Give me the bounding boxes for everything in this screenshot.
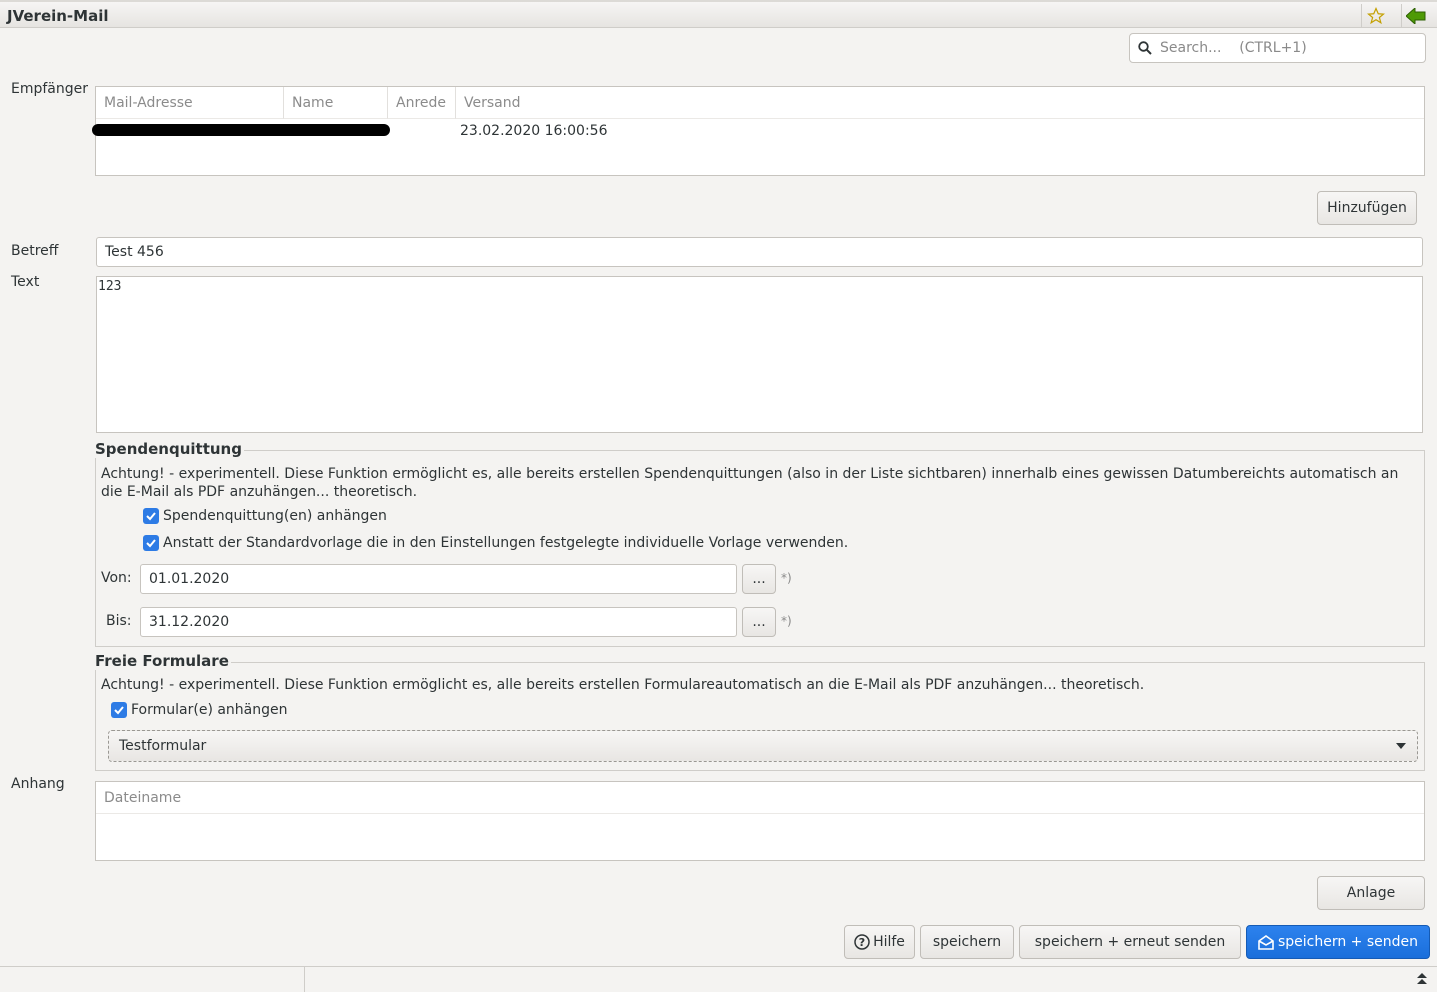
subject-label: Betreff (11, 243, 59, 259)
column-header-name[interactable]: Name (284, 87, 388, 119)
form-select-value: Testformular (119, 738, 207, 754)
attachment-table[interactable]: Dateiname (95, 781, 1425, 861)
forms-note: Achtung! - experimentell. Diese Funktion… (101, 677, 1145, 693)
status-bar (0, 966, 1437, 992)
attachment-label: Anhang (11, 776, 65, 792)
checkbox-checked-icon (143, 508, 159, 524)
text-area[interactable]: 123 (96, 276, 1423, 433)
subject-field[interactable]: Test 456 (96, 237, 1423, 267)
from-label: Von: (101, 570, 132, 586)
column-header-mail[interactable]: Mail-Adresse (96, 87, 284, 119)
to-label: Bis: (106, 613, 132, 629)
recipients-label: Empfänger (11, 81, 89, 97)
save-send-button[interactable]: speichern + senden (1246, 925, 1430, 959)
checkbox-checked-icon (143, 535, 159, 551)
column-header-versand[interactable]: Versand (456, 87, 1424, 119)
search-box[interactable]: Search... (CTRL+1) (1129, 33, 1426, 63)
custom-template-checkbox[interactable]: Anstatt der Standardvorlage die in den E… (143, 535, 848, 551)
expand-up-button[interactable] (1417, 973, 1427, 989)
to-date-picker-button[interactable]: ... (742, 607, 776, 637)
table-row[interactable]: 23.02.2020 16:00:56 (92, 120, 1424, 146)
text-area-value: 123 (98, 279, 122, 294)
chevron-down-icon (1396, 743, 1406, 749)
to-date-field[interactable]: 31.12.2020 (140, 607, 737, 637)
svg-text:?: ? (859, 936, 865, 949)
attach-forms-label: Formular(e) anhängen (131, 702, 288, 718)
from-date-value: 01.01.2020 (149, 571, 230, 587)
status-divider (304, 967, 305, 992)
help-label: Hilfe (873, 934, 905, 950)
title-bar: JVerein-Mail (0, 0, 1437, 28)
attach-forms-checkbox[interactable]: Formular(e) anhängen (111, 702, 288, 718)
recipients-table[interactable]: Mail-Adresse Name Anrede Versand 23.02.2… (92, 86, 1425, 176)
redaction-mark (92, 124, 390, 136)
column-header-anrede[interactable]: Anrede (388, 87, 456, 119)
save-send-label: speichern + senden (1277, 934, 1419, 950)
window-title: JVerein-Mail (7, 7, 109, 25)
attach-donation-checkbox[interactable]: Spendenquittung(en) anhängen (143, 508, 387, 524)
to-date-value: 31.12.2020 (149, 614, 230, 630)
subject-value: Test 456 (105, 244, 164, 260)
save-resend-button[interactable]: speichern + erneut senden (1019, 925, 1241, 959)
double-chevron-up-icon (1417, 973, 1427, 984)
add-attachment-button[interactable]: Anlage (1317, 876, 1425, 910)
from-required-mark: *) (781, 571, 792, 585)
to-required-mark: *) (781, 614, 792, 628)
bookmark-star-button[interactable] (1361, 4, 1389, 28)
help-icon: ? (854, 934, 870, 950)
donation-title: Spendenquittung (95, 440, 244, 458)
custom-template-label: Anstatt der Standardvorlage die in den E… (163, 535, 849, 551)
add-recipient-button[interactable]: Hinzufügen (1317, 191, 1417, 225)
help-button[interactable]: ? Hilfe (844, 925, 915, 959)
back-button[interactable] (1401, 4, 1429, 28)
forms-title: Freie Formulare (95, 652, 231, 670)
column-header-dateiname[interactable]: Dateiname (96, 782, 1424, 814)
back-arrow-icon (1405, 8, 1425, 24)
from-date-picker-button[interactable]: ... (742, 564, 776, 594)
save-button[interactable]: speichern (920, 925, 1014, 959)
mail-send-icon (1258, 935, 1274, 950)
star-icon (1366, 7, 1385, 25)
attach-donation-label: Spendenquittung(en) anhängen (163, 508, 387, 524)
text-label: Text (11, 274, 40, 290)
search-input[interactable]: Search... (CTRL+1) (1160, 40, 1307, 56)
form-select-dropdown[interactable]: Testformular (108, 730, 1418, 762)
from-date-field[interactable]: 01.01.2020 (140, 564, 737, 594)
donation-note: Achtung! - experimentell. Diese Funktion… (101, 466, 1399, 500)
checkbox-checked-icon (111, 702, 127, 718)
versand-cell: 23.02.2020 16:00:56 (460, 123, 608, 139)
search-icon (1138, 41, 1152, 55)
